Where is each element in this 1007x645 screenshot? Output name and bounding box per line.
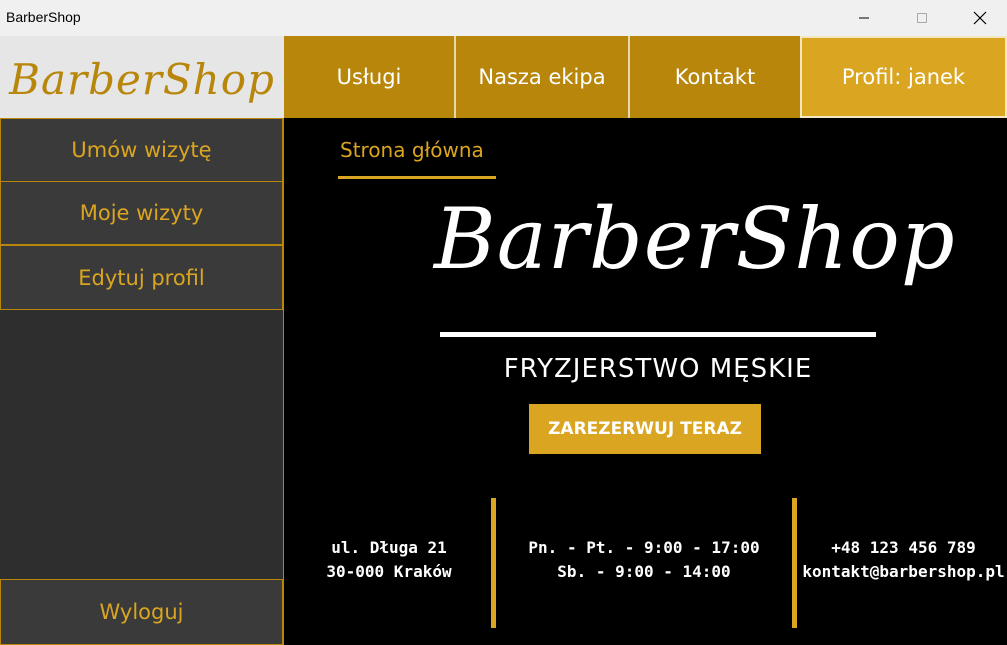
opening-hours-block: Pn. - Pt. - 9:00 - 17:00 Sb. - 9:00 - 14… bbox=[506, 536, 782, 584]
top-navigation: Usługi Nasza ekipa Kontakt Profil: janek bbox=[284, 36, 1007, 118]
address-block: ul. Długa 21 30-000 Kraków bbox=[304, 536, 474, 584]
maximize-icon bbox=[917, 13, 927, 23]
close-button[interactable] bbox=[951, 0, 1007, 36]
brand-logo-box[interactable]: BarberShop bbox=[0, 36, 284, 118]
nav-item-uslugi[interactable]: Usługi bbox=[284, 36, 456, 118]
hero-divider bbox=[440, 332, 876, 337]
address-city: 30-000 Kraków bbox=[326, 562, 452, 581]
sidebar-item-edit-profile[interactable]: Edytuj profil bbox=[0, 245, 283, 310]
maximize-button[interactable] bbox=[893, 0, 951, 36]
email-address: kontakt@barbershop.pl bbox=[802, 562, 1005, 581]
nav-item-kontakt[interactable]: Kontakt bbox=[630, 36, 800, 118]
sidebar-item-book-visit[interactable]: Umów wizytę bbox=[0, 118, 283, 182]
logout-button[interactable]: Wyloguj bbox=[0, 579, 283, 645]
phone-number: +48 123 456 789 bbox=[831, 538, 976, 557]
info-divider bbox=[491, 498, 496, 628]
address-street: ul. Długa 21 bbox=[331, 538, 447, 557]
breadcrumb-underline bbox=[338, 176, 496, 179]
sidebar: Umów wizytę Moje wizyty Edytuj profil Wy… bbox=[0, 118, 284, 645]
minimize-button[interactable] bbox=[835, 0, 893, 36]
main-content: Strona główna BarberShop FRYZJERSTWO MĘS… bbox=[284, 118, 1007, 645]
tagline: FRYZJERSTWO MĘSKIE bbox=[503, 354, 813, 384]
contact-block: +48 123 456 789 kontakt@barbershop.pl bbox=[800, 536, 1007, 584]
minimize-icon bbox=[859, 17, 869, 19]
book-now-button[interactable]: ZAREZERWUJ TERAZ bbox=[529, 404, 761, 454]
hours-weekdays: Pn. - Pt. - 9:00 - 17:00 bbox=[528, 538, 760, 557]
nav-item-ekipa[interactable]: Nasza ekipa bbox=[456, 36, 630, 118]
info-divider bbox=[792, 498, 797, 628]
brand-logo: BarberShop bbox=[9, 54, 275, 104]
close-icon bbox=[973, 11, 987, 25]
breadcrumb[interactable]: Strona główna bbox=[340, 138, 484, 162]
hero-logo: BarberShop bbox=[434, 190, 956, 288]
window-titlebar: BarberShop bbox=[0, 0, 1007, 36]
nav-item-profile[interactable]: Profil: janek bbox=[800, 36, 1007, 118]
hours-saturday: Sb. - 9:00 - 14:00 bbox=[557, 562, 731, 581]
sidebar-item-my-visits[interactable]: Moje wizyty bbox=[0, 181, 283, 245]
window-title: BarberShop bbox=[6, 9, 81, 25]
